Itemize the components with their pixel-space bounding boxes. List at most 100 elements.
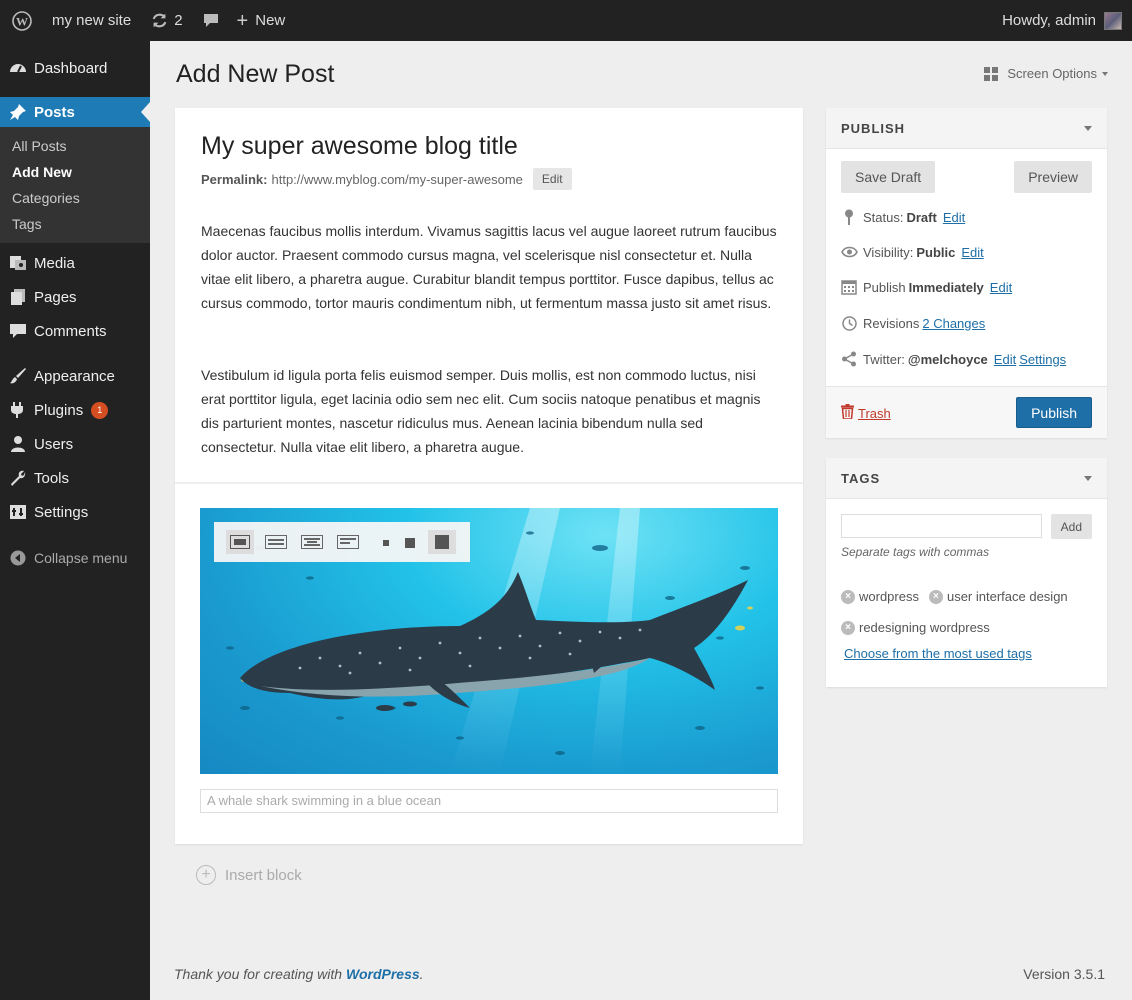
updates-link[interactable]: 2 bbox=[139, 0, 190, 41]
save-draft-button[interactable]: Save Draft bbox=[841, 161, 936, 193]
grid-icon bbox=[984, 66, 999, 81]
add-tag-button[interactable]: Add bbox=[1050, 514, 1092, 539]
remove-tag-icon[interactable]: × bbox=[928, 590, 943, 604]
comments-icon bbox=[9, 322, 27, 340]
new-content-link[interactable]: + New bbox=[227, 0, 294, 41]
avatar bbox=[1104, 11, 1122, 30]
twitter-row: Twitter: @melchoyce Edit Settings bbox=[840, 350, 1066, 368]
publish-box-header[interactable]: PUBLISH bbox=[826, 108, 1107, 149]
caret-down-icon bbox=[1102, 71, 1108, 76]
sidebar-item-label: Settings bbox=[34, 503, 89, 521]
visibility-edit-link[interactable]: Edit bbox=[961, 245, 983, 260]
paragraph-block[interactable]: Vestibulum id ligula porta felis euismod… bbox=[201, 363, 781, 459]
eye-icon bbox=[840, 243, 858, 261]
align-none-icon[interactable] bbox=[226, 530, 254, 554]
permalink-url[interactable]: http://www.myblog.com/my-super-awesome bbox=[271, 172, 522, 187]
sidebar-item-dashboard[interactable]: Dashboard bbox=[0, 51, 150, 85]
sidebar-item-label: Appearance bbox=[34, 367, 115, 385]
admin-sidebar: Dashboard Posts All Posts Add New Catego… bbox=[0, 41, 150, 1000]
most-used-tags-link[interactable]: Choose from the most used tags bbox=[844, 646, 1032, 661]
sidebar-item-pages[interactable]: Pages bbox=[0, 280, 150, 314]
tag-label: wordpress bbox=[859, 589, 919, 604]
caret-down-icon[interactable] bbox=[1084, 476, 1092, 481]
post-title-field[interactable]: My super awesome blog title bbox=[201, 132, 518, 161]
remove-tag-icon[interactable]: × bbox=[841, 621, 855, 635]
twitter-edit-link[interactable]: Edit bbox=[994, 352, 1016, 367]
screen-options-toggle[interactable]: Screen Options bbox=[984, 66, 1108, 81]
comments-bubble-icon[interactable] bbox=[191, 0, 227, 41]
tags-box-header[interactable]: TAGS bbox=[826, 458, 1107, 499]
pin-marker-icon bbox=[840, 208, 858, 226]
sidebar-item-label: Media bbox=[34, 254, 75, 272]
main-content: Add New Post Screen Options My super awe… bbox=[150, 41, 1132, 1000]
page-title: Add New Post bbox=[176, 60, 335, 88]
status-edit-link[interactable]: Edit bbox=[943, 210, 965, 225]
plug-icon bbox=[9, 401, 27, 419]
sidebar-item-posts[interactable]: Posts bbox=[0, 97, 150, 127]
tags-hint: Separate tags with commas bbox=[841, 545, 990, 559]
size-large-icon[interactable] bbox=[428, 530, 456, 554]
trash-link[interactable]: Trash bbox=[841, 404, 891, 422]
new-tag-input[interactable] bbox=[841, 514, 1042, 538]
twitter-settings-link[interactable]: Settings bbox=[1019, 352, 1066, 367]
howdy-text: Howdy, admin bbox=[1002, 12, 1096, 29]
sidebar-item-label: Comments bbox=[34, 322, 107, 340]
site-name-link[interactable]: my new site bbox=[44, 0, 139, 41]
tag-chip: × wordpress bbox=[841, 583, 919, 611]
remove-tag-icon[interactable]: × bbox=[841, 590, 855, 604]
image-block[interactable] bbox=[200, 508, 778, 774]
preview-button[interactable]: Preview bbox=[1014, 161, 1092, 193]
paragraph-block[interactable]: Maecenas faucibus mollis interdum. Vivam… bbox=[201, 219, 781, 315]
publish-button[interactable]: Publish bbox=[1016, 397, 1092, 428]
sidebar-item-media[interactable]: Media bbox=[0, 246, 150, 280]
sidebar-item-comments[interactable]: Comments bbox=[0, 314, 150, 348]
permalink-row: Permalink: http://www.myblog.com/my-supe… bbox=[201, 168, 572, 190]
submenu-tags[interactable]: Tags bbox=[0, 211, 150, 237]
wordpress-link[interactable]: WordPress bbox=[346, 966, 420, 982]
footer-thanks: Thank you for creating with WordPress. bbox=[174, 966, 424, 982]
tag-chip: × redesigning wordpress bbox=[841, 614, 990, 642]
status-label: Status: bbox=[863, 209, 904, 225]
posts-submenu: All Posts Add New Categories Tags bbox=[0, 127, 150, 243]
sidebar-item-label: Users bbox=[34, 435, 74, 453]
size-medium-icon[interactable] bbox=[402, 530, 420, 554]
wordpress-logo-icon[interactable]: W bbox=[0, 0, 44, 41]
admin-bar: W my new site 2 + New Howdy, admin bbox=[0, 0, 1132, 41]
tags-box: TAGS Add Separate tags with commas × wor… bbox=[826, 458, 1107, 687]
caret-down-icon[interactable] bbox=[1084, 126, 1092, 131]
svg-text:W: W bbox=[16, 14, 28, 28]
align-right-icon[interactable] bbox=[334, 530, 362, 554]
plus-icon: + bbox=[236, 9, 249, 32]
dashboard-icon bbox=[9, 59, 27, 77]
permalink-edit-button[interactable]: Edit bbox=[532, 168, 572, 190]
collapse-menu-button[interactable]: Collapse menu bbox=[0, 541, 150, 575]
align-left-icon[interactable] bbox=[262, 530, 290, 554]
sidebar-item-label: Posts bbox=[34, 103, 75, 121]
submenu-add-new[interactable]: Add New bbox=[0, 159, 150, 185]
sidebar-item-appearance[interactable]: Appearance bbox=[0, 359, 150, 393]
plugins-update-badge: 1 bbox=[91, 401, 109, 419]
account-menu[interactable]: Howdy, admin bbox=[994, 0, 1132, 41]
pin-icon bbox=[9, 103, 27, 121]
plus-circle-icon: + bbox=[196, 865, 216, 885]
publish-actions: Trash Publish bbox=[826, 386, 1107, 438]
submenu-all-posts[interactable]: All Posts bbox=[0, 133, 150, 159]
image-caption-input[interactable]: A whale shark swimming in a blue ocean bbox=[200, 789, 778, 813]
sidebar-item-settings[interactable]: Settings bbox=[0, 495, 150, 529]
sidebar-item-label: Tools bbox=[34, 469, 70, 487]
sidebar-item-tools[interactable]: Tools bbox=[0, 461, 150, 495]
size-small-icon[interactable] bbox=[380, 530, 394, 554]
pages-icon bbox=[9, 288, 27, 306]
revisions-link[interactable]: 2 Changes bbox=[922, 316, 985, 331]
collapse-arrow-icon bbox=[9, 549, 27, 567]
insert-block-button[interactable]: + Insert block bbox=[196, 865, 302, 885]
tag-label: redesigning wordpress bbox=[859, 620, 990, 635]
align-center-icon[interactable] bbox=[298, 530, 326, 554]
publish-date-edit-link[interactable]: Edit bbox=[990, 280, 1012, 295]
tag-list: × wordpress × user interface design × re… bbox=[841, 580, 1101, 642]
submenu-categories[interactable]: Categories bbox=[0, 185, 150, 211]
sidebar-item-plugins[interactable]: Plugins 1 bbox=[0, 393, 150, 427]
sidebar-item-users[interactable]: Users bbox=[0, 427, 150, 461]
visibility-row: Visibility: Public Edit bbox=[840, 243, 984, 261]
twitter-value: @melchoyce bbox=[907, 351, 988, 367]
